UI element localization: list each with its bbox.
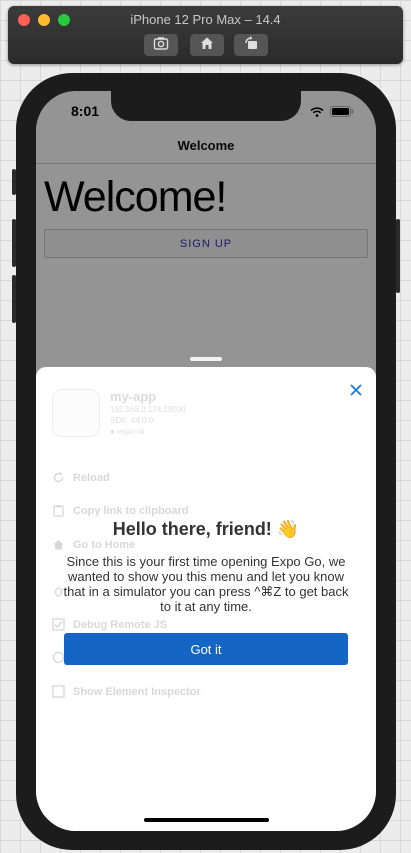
simulator-title: iPhone 12 Pro Max – 14.4 xyxy=(130,12,281,27)
menu-item-label: Show Element Inspector xyxy=(73,685,201,698)
power-button xyxy=(396,219,400,293)
home-indicator[interactable] xyxy=(144,818,269,822)
menu-item-element-inspector[interactable]: Show Element Inspector xyxy=(52,685,201,698)
app-icon xyxy=(52,389,100,437)
onboarding-message: Since this is your first time opening Ex… xyxy=(63,554,349,614)
dev-menu-sheet: my-app 192.168.0.124:19000 SDK: 44.0.0 ●… xyxy=(36,367,376,831)
simulator-toolbar: iPhone 12 Pro Max – 14.4 xyxy=(8,6,403,64)
notch xyxy=(111,91,301,121)
status-time: 8:01 xyxy=(71,103,100,119)
menu-item-copy-link[interactable]: Copy link to clipboard xyxy=(52,504,189,517)
checkbox-icon xyxy=(52,618,65,631)
app-host: 192.168.0.124:19000 xyxy=(110,405,186,414)
iphone-device: 8:01 Welcome Welcome! SIGN UP my-app 192… xyxy=(12,73,400,850)
home-icon xyxy=(199,35,215,56)
close-icon[interactable] xyxy=(350,383,362,396)
volume-down-button xyxy=(12,275,16,323)
wifi-icon xyxy=(310,104,324,122)
got-it-button[interactable]: Got it xyxy=(64,633,348,665)
camera-icon xyxy=(153,35,169,56)
rotate-icon xyxy=(243,35,259,56)
clipboard-icon xyxy=(52,504,65,517)
menu-item-label: Debug Remote JS xyxy=(73,618,168,631)
app-runtime: ● expo-cli xyxy=(110,427,145,436)
battery-icon xyxy=(330,104,354,122)
menu-item-debug-remote-js[interactable]: Debug Remote JS xyxy=(52,618,167,631)
inspector-icon xyxy=(52,685,65,698)
menu-item-label: Reload xyxy=(73,471,110,484)
menu-item-label: Copy link to clipboard xyxy=(73,504,189,517)
sheet-drag-handle[interactable] xyxy=(190,357,222,361)
mute-switch xyxy=(12,169,16,195)
menu-item-reload[interactable]: Reload xyxy=(52,471,110,484)
screenshot-button[interactable] xyxy=(144,34,178,56)
reload-icon xyxy=(52,471,65,484)
phone-screen: 8:01 Welcome Welcome! SIGN UP my-app 192… xyxy=(36,91,376,831)
rotate-button[interactable] xyxy=(234,34,268,56)
app-sdk: SDK: 44.0.0 xyxy=(110,416,154,425)
home-button[interactable] xyxy=(190,34,224,56)
app-name: my-app xyxy=(110,389,157,404)
onboarding-title: Hello there, friend! 👋 xyxy=(112,519,300,539)
menu-item-label: Go to Home xyxy=(73,538,136,551)
volume-up-button xyxy=(12,219,16,267)
